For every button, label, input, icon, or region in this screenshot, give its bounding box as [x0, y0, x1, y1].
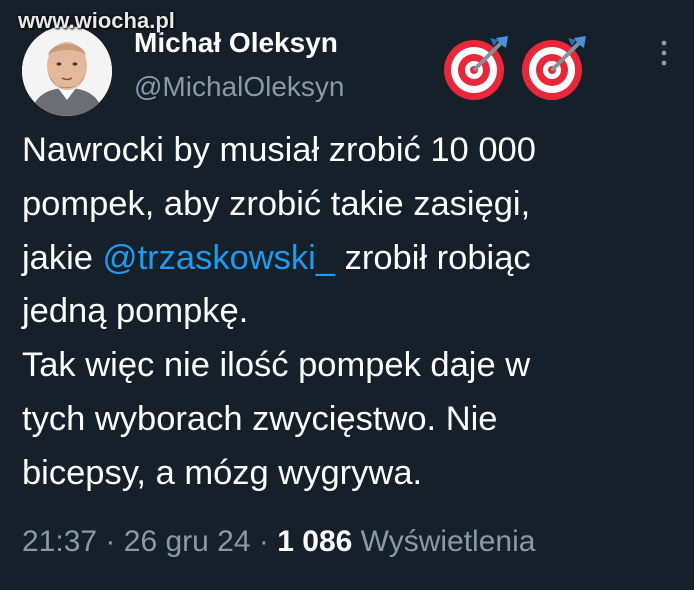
tweet-time[interactable]: 21:37 [22, 525, 97, 558]
tweet-line: Tak więc nie ilość pompek daje w [22, 346, 531, 385]
tweet-card: www.wiocha.pl Michał Oleksyn @MichalOlek… [0, 0, 694, 590]
tweet-line: bicepsy, a mózg wygrywa. [22, 453, 423, 492]
tweet-text-segment: zrobił robiąc [335, 238, 531, 277]
meta-separator: · [258, 525, 269, 558]
tweet-line: pompek, aby zrobić takie zasięgi, [22, 184, 531, 223]
tweet-meta: 21:37 · 26 gru 24 · 1 086 Wyświetlenia [22, 520, 535, 564]
avatar-image [22, 26, 112, 116]
site-watermark: www.wiocha.pl [18, 8, 175, 33]
name-emoji-row [440, 32, 590, 104]
tweet-line: jakie @trzaskowski_ zrobił robiąc [22, 232, 682, 286]
views-label: Wyświetlenia [360, 525, 536, 558]
tweet-date[interactable]: 26 gru 24 [124, 525, 251, 558]
tweet-text: Nawrocki by musiał zrobić 10 000 pompek,… [22, 124, 682, 501]
author-handle[interactable]: @MichalOleksyn [134, 70, 344, 104]
tweet-line: jedną pompkę. [22, 292, 249, 331]
views-count: 1 086 [277, 525, 353, 558]
avatar[interactable] [22, 26, 112, 116]
direct-hit-icon [522, 36, 586, 100]
tweet-line: tych wyborach zwycięstwo. Nie [22, 399, 498, 438]
more-options-icon[interactable] [658, 38, 670, 68]
tweet-text-segment: jakie [22, 238, 103, 277]
direct-hit-icon [444, 36, 508, 100]
mention-link[interactable]: @trzaskowski_ [103, 239, 336, 277]
tweet-line: Nawrocki by musiał zrobić 10 000 [22, 131, 536, 169]
meta-separator: · [105, 525, 116, 558]
